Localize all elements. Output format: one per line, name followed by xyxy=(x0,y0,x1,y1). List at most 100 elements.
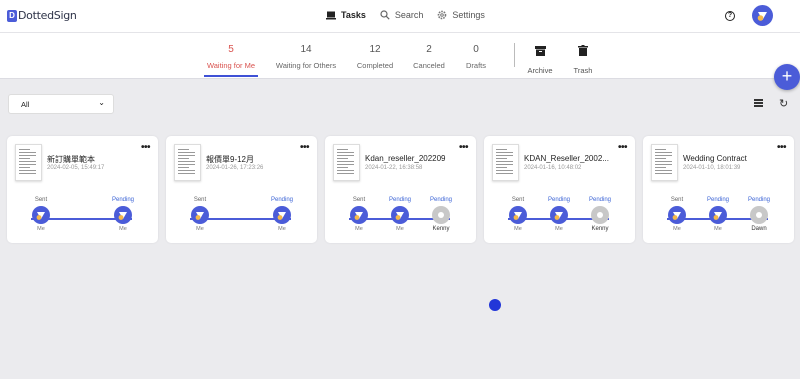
avatar-logo-icon xyxy=(395,212,404,220)
document-thumbnail[interactable] xyxy=(333,144,360,181)
tab-label: Waiting for Others xyxy=(275,61,337,70)
tab-count: 5 xyxy=(228,44,234,55)
tab-label: Drafts xyxy=(465,61,486,70)
document-card[interactable]: ••• KDAN_Reseller_2002... 2024-01-16, 10:4… xyxy=(484,136,635,243)
signer-name: Dawn xyxy=(751,226,767,232)
mouse-cursor-indicator xyxy=(489,299,501,311)
document-name: Kdan_reseller_202209 xyxy=(365,154,446,163)
main-nav: Tasks Search Settings xyxy=(326,10,485,20)
signer-step: Pending Kenny xyxy=(426,197,456,232)
signer-status: Sent xyxy=(511,197,525,203)
logo-mark-icon: D xyxy=(7,9,17,22)
status-tabs-bar: 5 Waiting for Me 14 Waiting for Others 1… xyxy=(0,33,800,79)
nav-tasks[interactable]: Tasks xyxy=(326,10,366,20)
signer-name: Me xyxy=(196,226,204,232)
signer-name: Me xyxy=(514,226,522,232)
signer-step: Pending Me xyxy=(267,197,297,232)
signer-name: Me xyxy=(278,226,286,232)
laptop-icon xyxy=(326,11,336,19)
tab-drafts[interactable]: 0 Drafts xyxy=(462,44,490,70)
signer-step: Pending Kenny xyxy=(585,197,615,232)
search-icon xyxy=(380,10,390,20)
user-avatar[interactable] xyxy=(752,5,773,26)
top-nav-bar: D DottedSign Tasks Search Settings ? xyxy=(0,0,800,33)
signer-status: Pending xyxy=(270,197,294,203)
signer-status: Pending xyxy=(388,197,412,203)
document-thumbnail[interactable] xyxy=(15,144,42,181)
signer-status: Sent xyxy=(670,197,684,203)
document-card[interactable]: ••• 報價單9-12月 2024-01-26, 17:23:26 Sent Me Pen… xyxy=(166,136,317,243)
document-card[interactable]: ••• Kdan_reseller_202209 2024-01-22, 16:38… xyxy=(325,136,476,243)
tab-label: Waiting for Me xyxy=(206,61,256,70)
document-thumbnail[interactable] xyxy=(174,144,201,181)
signer-avatar xyxy=(114,206,132,224)
document-name: Wedding Contract xyxy=(683,154,747,163)
more-options-icon[interactable]: ••• xyxy=(618,142,628,153)
signer-name: Me xyxy=(673,226,681,232)
gear-icon xyxy=(438,10,447,20)
more-options-icon[interactable]: ••• xyxy=(459,142,469,153)
dottedsign-logo[interactable]: D DottedSign xyxy=(7,9,77,22)
filter-dropdown[interactable]: All ⌄ xyxy=(8,94,114,114)
signer-avatar xyxy=(591,206,609,224)
tab-label: Canceled xyxy=(413,61,445,70)
document-name: 新訂購單範本 xyxy=(47,155,95,164)
signer-status: Pending xyxy=(747,197,771,203)
tab-label: Completed xyxy=(356,61,394,70)
signer-avatar xyxy=(273,206,291,224)
help-icon[interactable]: ? xyxy=(725,11,735,21)
document-date: 2024-01-10, 18:01:39 xyxy=(683,165,741,171)
tab-count: 12 xyxy=(369,44,381,55)
signer-status: Sent xyxy=(352,197,366,203)
tab-waiting-for-me[interactable]: 5 Waiting for Me xyxy=(204,44,258,70)
refresh-icon[interactable]: ↻ xyxy=(779,97,788,110)
more-options-icon[interactable]: ••• xyxy=(141,142,151,153)
signer-step: Pending Me xyxy=(108,197,138,232)
add-document-button[interactable]: + xyxy=(774,64,800,90)
signer-step: Pending Me xyxy=(544,197,574,232)
nav-search-label: Search xyxy=(394,10,424,20)
signer-step: Pending Me xyxy=(703,197,733,232)
signer-avatar xyxy=(191,206,209,224)
more-options-icon[interactable]: ••• xyxy=(777,142,787,153)
avatar-logo-icon xyxy=(513,212,522,220)
trash-button[interactable]: Trash xyxy=(570,43,596,75)
avatar-logo-icon xyxy=(757,12,767,21)
plus-icon: + xyxy=(781,66,793,86)
signer-name: Me xyxy=(555,226,563,232)
tab-count: 14 xyxy=(300,44,312,55)
archive-label: Archive xyxy=(527,66,553,75)
document-thumbnail[interactable] xyxy=(492,144,519,181)
signer-name: Kenny xyxy=(432,226,450,232)
signer-step: Sent Me xyxy=(185,197,215,232)
signer-name: Me xyxy=(355,226,363,232)
signer-avatar xyxy=(750,206,768,224)
avatar-logo-icon xyxy=(118,212,127,220)
signer-status: Pending xyxy=(547,197,571,203)
document-date: 2024-01-26, 17:23:26 xyxy=(206,165,264,171)
nav-settings[interactable]: Settings xyxy=(437,10,485,20)
tab-waiting-for-others[interactable]: 14 Waiting for Others xyxy=(274,44,338,70)
signer-status: Pending xyxy=(111,197,135,203)
more-options-icon[interactable]: ••• xyxy=(300,142,310,153)
signer-step: Sent Me xyxy=(503,197,533,232)
avatar-logo-icon xyxy=(354,212,363,220)
avatar-logo-icon xyxy=(195,212,204,220)
document-date: 2024-02-05, 15:49:17 xyxy=(47,165,105,171)
archive-icon xyxy=(534,46,546,56)
tab-count: 2 xyxy=(426,44,432,55)
document-card[interactable]: ••• 新訂購單範本 2024-02-05, 15:49:17 Sent Me Pendi… xyxy=(7,136,158,243)
archive-button[interactable]: Archive xyxy=(526,43,554,75)
avatar-logo-icon xyxy=(36,212,45,220)
document-thumbnail[interactable] xyxy=(651,144,678,181)
signer-avatar xyxy=(668,206,686,224)
tab-completed[interactable]: 12 Completed xyxy=(355,44,395,70)
document-date: 2024-01-16, 10:48:02 xyxy=(524,165,582,171)
list-view-icon[interactable] xyxy=(754,99,763,107)
signer-step: Pending Me xyxy=(385,197,415,232)
document-name: 報價單9-12月 xyxy=(206,155,255,164)
signer-step: Sent Me xyxy=(26,197,56,232)
tab-canceled[interactable]: 2 Canceled xyxy=(411,44,447,70)
document-card[interactable]: ••• Wedding Contract 2024-01-10, 18:01:39 S… xyxy=(643,136,794,243)
nav-search[interactable]: Search xyxy=(380,10,424,20)
